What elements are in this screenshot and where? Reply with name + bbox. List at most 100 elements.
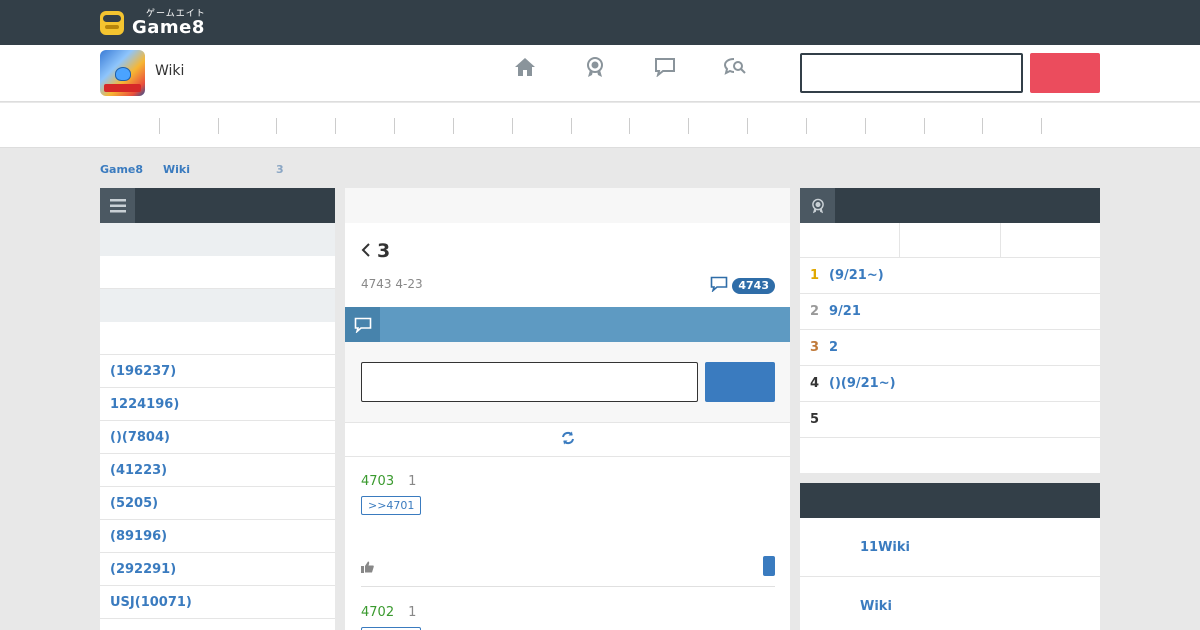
category-divider — [747, 118, 748, 134]
sidebar-item[interactable]: (5205) — [100, 487, 335, 520]
thread-top-strip — [345, 188, 790, 223]
game-icon[interactable] — [100, 50, 145, 96]
menu-icon[interactable] — [100, 188, 135, 223]
rank-number: 2 — [810, 304, 820, 319]
ranking-medal-icon — [800, 188, 835, 223]
comment-post: 4703 1 >>4701 — [361, 470, 775, 515]
rank-number: 3 — [810, 340, 820, 355]
sidebar-item[interactable]: (196237) — [100, 355, 335, 388]
game-banner — [104, 84, 141, 92]
thread-meta: 4743 4-23 — [361, 277, 423, 291]
category-nav — [0, 103, 1200, 148]
ranking-row[interactable]: 3 2 — [800, 330, 1100, 366]
post-menu-button[interactable] — [763, 556, 775, 576]
category-divider — [688, 118, 689, 134]
sidebar-item[interactable]: (292291) — [100, 553, 335, 586]
wiki-label[interactable]: Wiki — [155, 63, 184, 79]
comment-post: 4702 1 — [361, 601, 775, 630]
category-divider — [453, 118, 454, 134]
sidebar-item[interactable]: 1224196) — [100, 388, 335, 421]
search-input[interactable] — [800, 53, 1023, 93]
comment-icon — [345, 307, 380, 342]
category-divider — [1041, 118, 1042, 134]
thread-title: 3 — [377, 240, 391, 262]
ranking-link[interactable]: ()(9/21~) — [829, 376, 896, 391]
ranking-tab[interactable] — [900, 223, 1001, 257]
sidebar-item[interactable]: ()(7804) — [100, 421, 335, 454]
category-divider — [335, 118, 336, 134]
related-header — [800, 483, 1100, 518]
reply-anchor[interactable]: >>4701 — [361, 496, 422, 515]
logo-word: Game8 — [132, 16, 205, 38]
post-subinfo: 1 — [408, 474, 417, 489]
breadcrumb-home[interactable]: Game8 — [100, 163, 143, 176]
thread-panel: 3 4743 4-23 4743 4703 1 >>4701 4702 1 — [345, 188, 790, 630]
ranking-link[interactable]: 2 — [829, 340, 838, 355]
category-divider — [276, 118, 277, 134]
post-number[interactable]: 4703 — [361, 474, 394, 489]
ranking-row[interactable]: 4 ()(9/21~) — [800, 366, 1100, 402]
sidebar-blank-row — [100, 256, 335, 289]
rank-number: 5 — [810, 412, 820, 427]
ranking-link[interactable]: 9/21 — [829, 304, 861, 319]
sidebar-item[interactable]: (41223) — [100, 454, 335, 487]
comment-form — [345, 342, 790, 422]
post-subinfo: 1 — [408, 605, 417, 620]
sidebar-item[interactable]: (89196) — [100, 520, 335, 553]
sidebar-blank-row — [100, 322, 335, 355]
ranking-link[interactable]: (9/21~) — [829, 268, 884, 283]
related-widget: 11Wiki Wiki — [800, 483, 1100, 630]
ranking-tabs — [800, 223, 1100, 258]
comment-icon — [710, 276, 728, 296]
category-divider — [924, 118, 925, 134]
related-link[interactable]: 11Wiki — [800, 518, 1100, 577]
refresh-icon — [561, 430, 575, 449]
chat-icon[interactable] — [653, 55, 677, 79]
breadcrumb-current: 3 — [276, 163, 284, 176]
ranking-row[interactable]: 5 — [800, 402, 1100, 438]
comment-section-header — [345, 307, 790, 342]
top-bar: ゲームエイト Game8 — [0, 0, 1200, 45]
site-header: Wiki — [0, 45, 1200, 102]
ranking-tab[interactable] — [1001, 223, 1100, 257]
breadcrumb-wiki[interactable]: Wiki — [163, 163, 190, 176]
chat-search-icon[interactable] — [723, 55, 747, 79]
category-divider — [159, 118, 160, 134]
comment-count[interactable]: 4743 — [710, 276, 775, 296]
post-actions — [361, 556, 775, 587]
category-divider — [982, 118, 983, 134]
sidebar-blank-row — [100, 289, 335, 322]
related-link[interactable]: Wiki — [800, 577, 1100, 630]
category-divider — [512, 118, 513, 134]
category-divider — [218, 118, 219, 134]
rank-number: 4 — [810, 376, 820, 391]
ranking-row[interactable]: 1 (9/21~) — [800, 258, 1100, 294]
comment-input[interactable] — [361, 362, 698, 402]
category-divider — [806, 118, 807, 134]
thumbs-up-icon[interactable] — [361, 558, 374, 577]
post-number[interactable]: 4702 — [361, 605, 394, 620]
ranking-tab[interactable] — [800, 223, 901, 257]
game8-logo[interactable]: ゲームエイト Game8 — [100, 9, 206, 37]
ranking-row[interactable]: 2 9/21 — [800, 294, 1100, 330]
category-divider — [865, 118, 866, 134]
category-divider — [629, 118, 630, 134]
slime-icon — [115, 67, 131, 81]
sidebar-item[interactable]: USJ(10071) — [100, 586, 335, 619]
ranking-widget: 1 (9/21~) 2 9/21 3 2 4 ()(9/21~) 5 — [800, 188, 1100, 473]
category-divider — [571, 118, 572, 134]
sidebar-header — [100, 188, 335, 223]
category-divider — [394, 118, 395, 134]
home-icon[interactable] — [513, 55, 537, 79]
back-chevron-icon[interactable] — [361, 242, 371, 261]
ranking-medal-icon[interactable] — [583, 55, 607, 79]
ranking-header — [800, 188, 1100, 223]
comment-count-badge: 4743 — [732, 278, 775, 294]
sidebar-blank-row — [100, 223, 335, 256]
search-button[interactable] — [1030, 53, 1100, 93]
mascot-icon — [100, 11, 124, 35]
post-comment-button[interactable] — [705, 362, 775, 402]
rank-number: 1 — [810, 268, 820, 283]
refresh-button[interactable] — [345, 422, 790, 457]
left-sidebar: (196237) 1224196) ()(7804) (41223) (5205… — [100, 188, 335, 630]
